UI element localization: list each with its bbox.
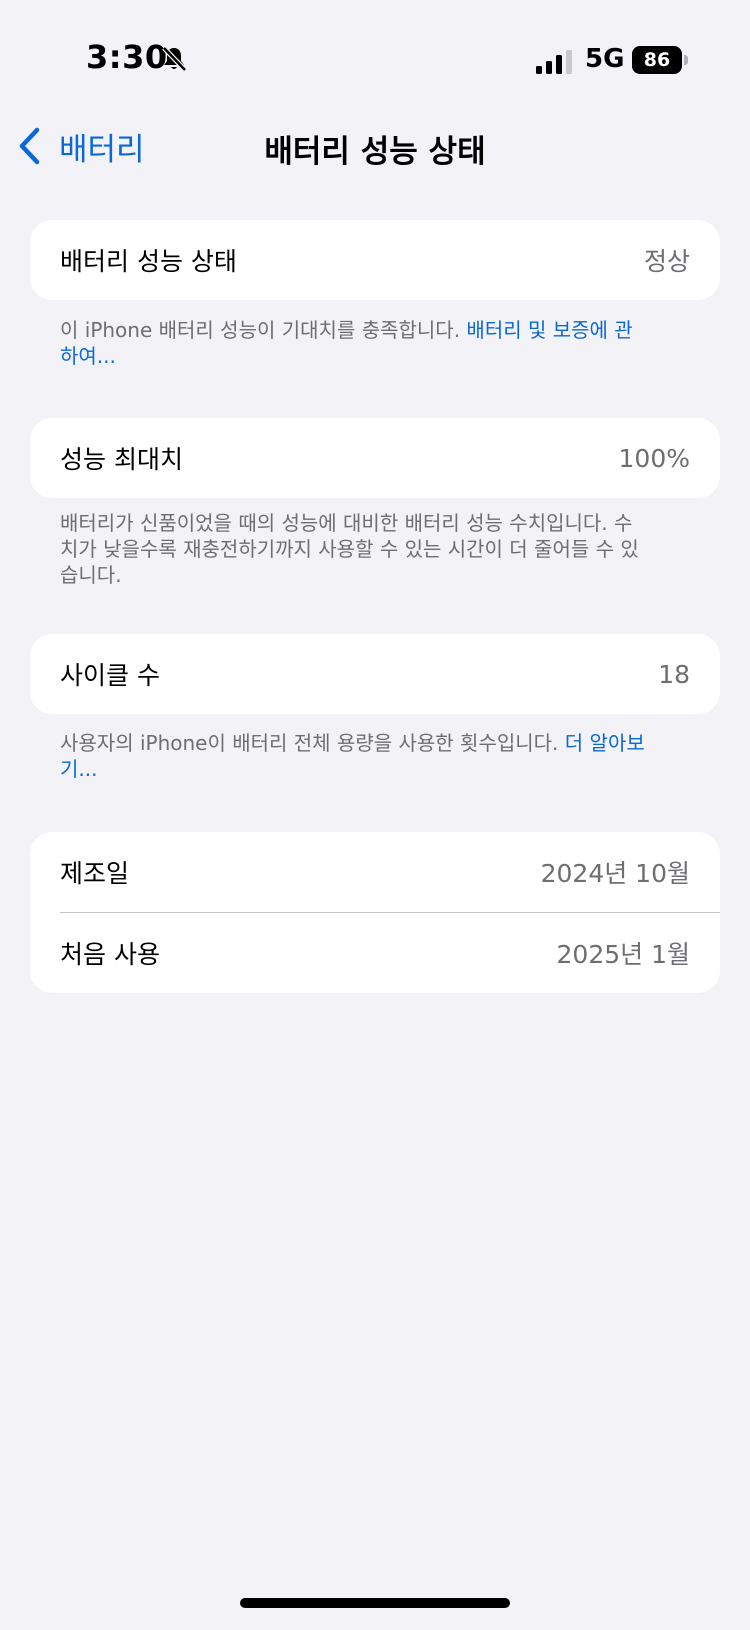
maximum-capacity-note: 배터리가 신품이었을 때의 성능에 대비한 배터리 성능 수치입니다. 수치가 … [60,511,639,587]
status-time: 3:30 [86,38,168,76]
battery-indicator: 86 [632,46,682,74]
dates-card: 제조일 2024년 10월 처음 사용 2025년 1월 [30,832,720,993]
maximum-capacity-row: 성능 최대치 100% [30,418,720,498]
battery-health-label: 배터리 성능 상태 [60,247,237,276]
manufacture-date-value: 2024년 10월 [540,859,690,888]
battery-cap [684,55,688,65]
manufacture-date-label: 제조일 [60,859,130,888]
cellular-signal-icon [536,50,572,74]
battery-health-card: 배터리 성능 상태 정상 [30,220,720,300]
home-indicator[interactable] [240,1598,510,1608]
maximum-capacity-label: 성능 최대치 [60,445,183,474]
network-type: 5G [585,44,625,74]
maximum-capacity-card: 성능 최대치 100% [30,418,720,498]
battery-health-note: 이 iPhone 배터리 성능이 기대치를 충족합니다. [60,318,467,342]
cycle-count-card: 사이클 수 18 [30,634,720,714]
status-bar: 3:30 5G 86 [0,0,750,110]
manufacture-date-row: 제조일 2024년 10월 [30,832,720,912]
first-use-label: 처음 사용 [60,940,160,969]
battery-health-row: 배터리 성능 상태 정상 [30,220,720,300]
navigation-bar: 배터리 배터리 성능 상태 [0,110,750,180]
bell-slash-icon [162,46,187,72]
page-title: 배터리 성능 상태 [264,134,486,170]
cycle-count-footnote: 사용자의 iPhone이 배터리 전체 용량을 사용한 횟수입니다. 더 알아보… [60,730,650,782]
cycle-count-value: 18 [658,659,690,689]
cycle-count-row: 사이클 수 18 [30,634,720,714]
cycle-count-label: 사이클 수 [60,661,160,690]
battery-health-footnote: 이 iPhone 배터리 성능이 기대치를 충족합니다. 배터리 및 보증에 관… [60,317,650,369]
first-use-value: 2025년 1월 [556,940,690,969]
cycle-count-note: 사용자의 iPhone이 배터리 전체 용량을 사용한 횟수입니다. [60,731,565,755]
maximum-capacity-footnote: 배터리가 신품이었을 때의 성능에 대비한 배터리 성능 수치입니다. 수치가 … [60,510,650,588]
battery-health-value: 정상 [643,247,690,276]
maximum-capacity-value: 100% [618,443,690,473]
first-use-row: 처음 사용 2025년 1월 [30,913,720,993]
